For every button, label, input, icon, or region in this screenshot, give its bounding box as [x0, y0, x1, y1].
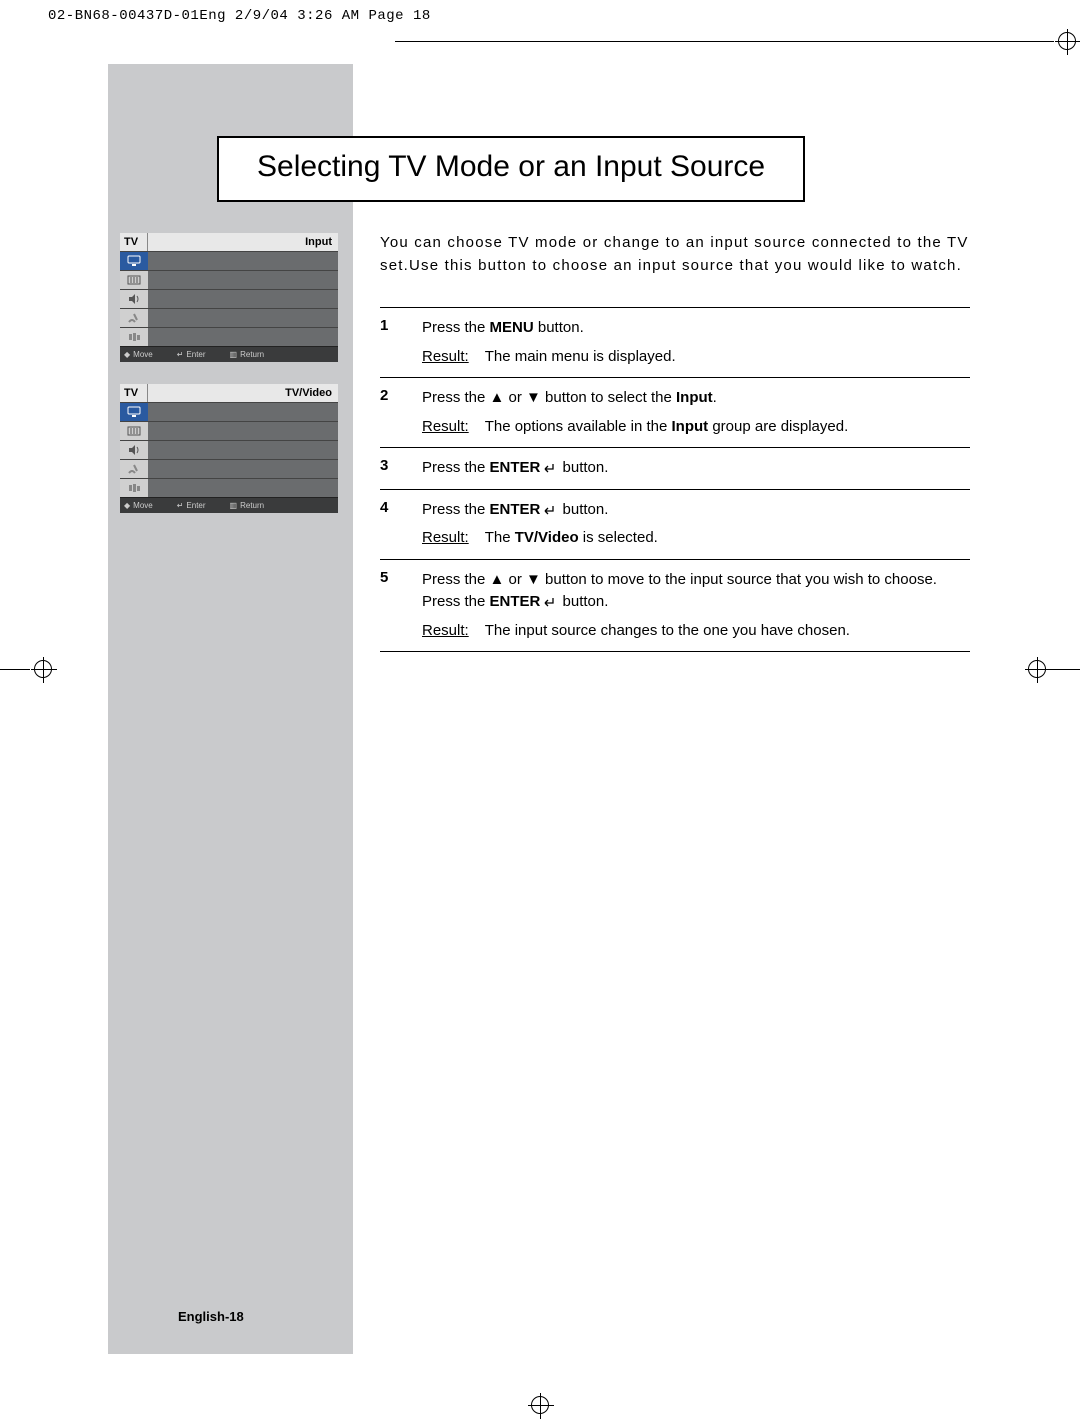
- osd-menu-input: TV Input: [120, 233, 338, 362]
- osd-row-input: [120, 402, 338, 421]
- step-1: 1 Press the MENU button. Result: The mai…: [380, 307, 970, 377]
- osd-row-setup: [120, 478, 338, 497]
- channel-icon: [120, 460, 148, 478]
- step-number: 2: [380, 387, 394, 438]
- result-label: Result:: [422, 346, 469, 369]
- result-label: Result:: [422, 527, 469, 550]
- result-label: Result:: [422, 620, 469, 643]
- enter-hint: ↵ Enter: [177, 350, 206, 359]
- osd-row-sound: [120, 289, 338, 308]
- return-hint: ▥ Return: [230, 350, 265, 359]
- crop-mark-top: [0, 32, 1080, 50]
- osd-row-picture: [120, 421, 338, 440]
- osd-row-input: [120, 251, 338, 270]
- page-title-box: Selecting TV Mode or an Input Source: [217, 136, 805, 202]
- intro-text: You can choose TV mode or change to an i…: [380, 232, 970, 277]
- channel-icon: [120, 309, 148, 327]
- step-4: 4 Press the ENTER button. Result: The TV…: [380, 489, 970, 559]
- setup-icon: [120, 479, 148, 497]
- osd-footer: ◆ Move ↵ Enter ▥ Return: [120, 346, 338, 362]
- sound-icon: [120, 441, 148, 459]
- input-icon: [120, 252, 148, 270]
- enter-icon: [540, 462, 558, 474]
- page: Selecting TV Mode or an Input Source TV …: [0, 50, 1080, 1410]
- osd-menu-tvvideo: TV TV/Video: [120, 384, 338, 513]
- crop-mark-bottom: [0, 1390, 1080, 1420]
- move-hint: ◆ Move: [124, 350, 153, 359]
- input-icon: [120, 403, 148, 421]
- step-number: 1: [380, 317, 394, 368]
- crop-mark-left: [0, 660, 56, 678]
- osd-title: TV: [120, 384, 148, 402]
- osd-footer: ◆ Move ↵ Enter ▥ Return: [120, 497, 338, 513]
- move-hint: ◆ Move: [124, 501, 153, 510]
- result-label: Result:: [422, 416, 469, 439]
- step-3: 3 Press the ENTER button.: [380, 447, 970, 489]
- setup-icon: [120, 328, 148, 346]
- enter-icon: [540, 504, 558, 516]
- enter-icon: [540, 596, 558, 608]
- step-2: 2 Press the ▲ or ▼ button to select the …: [380, 377, 970, 447]
- picture-icon: [120, 271, 148, 289]
- step-5: 5 Press the ▲ or ▼ button to move to the…: [380, 559, 970, 653]
- content: You can choose TV mode or change to an i…: [380, 232, 970, 652]
- step-number: 4: [380, 499, 394, 550]
- osd-row-channel: [120, 459, 338, 478]
- osd-row-channel: [120, 308, 338, 327]
- osd-selected: TV/Video: [148, 384, 338, 402]
- crop-mark-right: [1024, 660, 1080, 678]
- page-title: Selecting TV Mode or an Input Source: [257, 150, 765, 183]
- osd-row-setup: [120, 327, 338, 346]
- print-header: 02-BN68-00437D-01Eng 2/9/04 3:26 AM Page…: [0, 0, 1080, 32]
- osd-row-sound: [120, 440, 338, 459]
- step-number: 5: [380, 569, 394, 643]
- step-number: 3: [380, 457, 394, 480]
- osd-selected: Input: [148, 233, 338, 251]
- picture-icon: [120, 422, 148, 440]
- osd-title: TV: [120, 233, 148, 251]
- sound-icon: [120, 290, 148, 308]
- page-footer: English-18: [178, 1309, 244, 1324]
- steps-list: 1 Press the MENU button. Result: The mai…: [380, 307, 970, 652]
- enter-hint: ↵ Enter: [177, 501, 206, 510]
- return-hint: ▥ Return: [230, 501, 265, 510]
- osd-row-picture: [120, 270, 338, 289]
